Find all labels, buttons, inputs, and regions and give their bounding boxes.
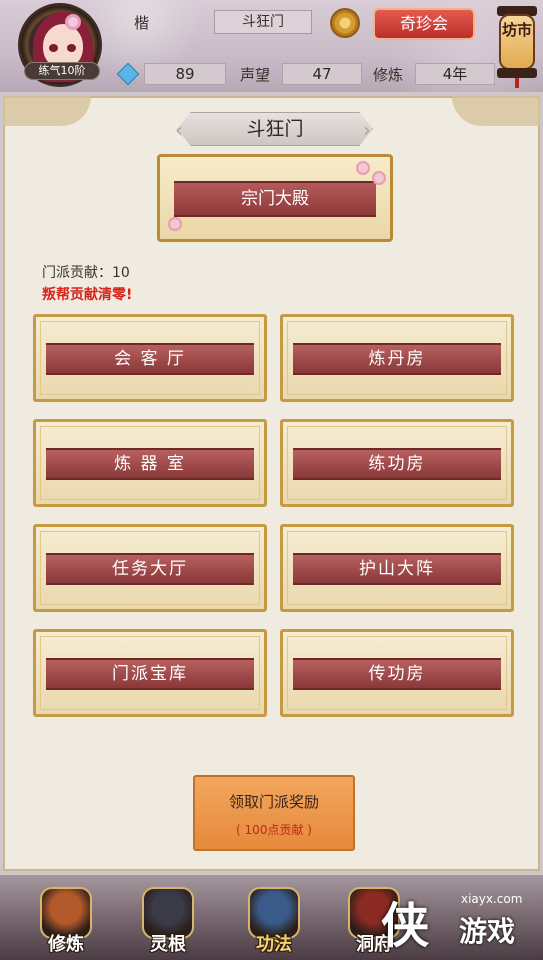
market-lantern-button[interactable]: 坊市 — [497, 4, 537, 88]
training-room-button[interactable]: 练功房 — [280, 419, 514, 507]
room-label: 任务大厅 — [112, 559, 188, 579]
forge-room-button[interactable]: 炼 器 室 — [33, 419, 267, 507]
room-label: 传功房 — [368, 664, 426, 684]
sect-panel: ‹ › 斗狂门 宗门大殿 门派贡献：10 叛帮贡献清零! 会 客 厅 炼丹房 炼… — [3, 96, 540, 871]
player-level-badge: 练气10阶 — [24, 62, 100, 80]
hair-flower-icon — [65, 14, 81, 30]
room-label: 护山大阵 — [359, 559, 435, 579]
nav-spirit-root-tab[interactable]: 灵根 — [130, 883, 206, 960]
cherry-blossom-icon — [356, 161, 370, 175]
nav-label: 修炼 — [48, 934, 84, 955]
watermark-glyph: 侠 — [381, 898, 430, 954]
reward-button-label: 领取门派奖励 — [228, 793, 319, 811]
lantern-tassel — [515, 78, 519, 88]
nav-technique-tab[interactable]: 功法 — [236, 883, 312, 960]
site-watermark: 侠 xiayx.com 游戏 — [365, 880, 543, 960]
room-label: 炼丹房 — [368, 349, 426, 369]
reward-cost-label: ( 100点贡献 ) — [236, 823, 312, 837]
watermark-text: 游戏 — [459, 915, 516, 948]
market-label: 坊市 — [501, 21, 532, 39]
reputation-value: 47 — [282, 63, 362, 85]
cherry-blossom-icon — [372, 171, 386, 185]
mountain-array-button[interactable]: 护山大阵 — [280, 524, 514, 612]
room-label: 会 客 厅 — [114, 349, 186, 369]
avatar-eye-left — [49, 44, 58, 52]
main-hall-button[interactable]: 宗门大殿 — [157, 154, 393, 242]
nav-label: 功法 — [256, 934, 292, 955]
spirit-stone-count: 89 — [144, 63, 226, 85]
reputation-label: 声望 — [240, 66, 271, 84]
player-sect-name: 斗狂门 — [214, 10, 312, 34]
defection-warning: 叛帮贡献清零! — [42, 287, 133, 303]
sect-title: 斗狂门 — [246, 118, 304, 140]
panel-corner-cloud-left — [3, 96, 91, 126]
room-label: 炼 器 室 — [114, 454, 186, 474]
lantern-bottom-cap — [497, 68, 537, 78]
cherry-blossom-icon — [168, 217, 182, 231]
nav-label: 灵根 — [150, 934, 186, 955]
room-label: 门派宝库 — [112, 664, 188, 684]
panel-corner-cloud-right — [452, 96, 540, 126]
settings-gear-icon[interactable] — [330, 8, 360, 38]
player-name: 楷 — [134, 14, 150, 32]
sect-contribution: 门派贡献：10 — [42, 265, 130, 281]
watermark-site: xiayx.com — [461, 892, 523, 906]
reception-hall-button[interactable]: 会 客 厅 — [33, 314, 267, 402]
treasure-auction-button[interactable]: 奇珍会 — [373, 8, 475, 40]
room-label: 练功房 — [368, 454, 426, 474]
skill-transmission-button[interactable]: 传功房 — [280, 629, 514, 717]
claim-sect-reward-button[interactable]: 领取门派奖励 ( 100点贡献 ) — [193, 775, 355, 851]
sect-treasury-button[interactable]: 门派宝库 — [33, 629, 267, 717]
main-hall-label: 宗门大殿 — [241, 189, 309, 209]
alchemy-room-button[interactable]: 炼丹房 — [280, 314, 514, 402]
cultivation-label: 修炼 — [373, 66, 404, 84]
top-header: 练气10阶 楷 斗狂门 奇珍会 坊市 89 声望 47 修炼 4年 — [0, 0, 543, 92]
mission-hall-button[interactable]: 任务大厅 — [33, 524, 267, 612]
nav-cultivate-tab[interactable]: 修炼 — [28, 883, 104, 960]
avatar-eye-right — [67, 44, 76, 52]
cultivation-value: 4年 — [415, 63, 495, 85]
